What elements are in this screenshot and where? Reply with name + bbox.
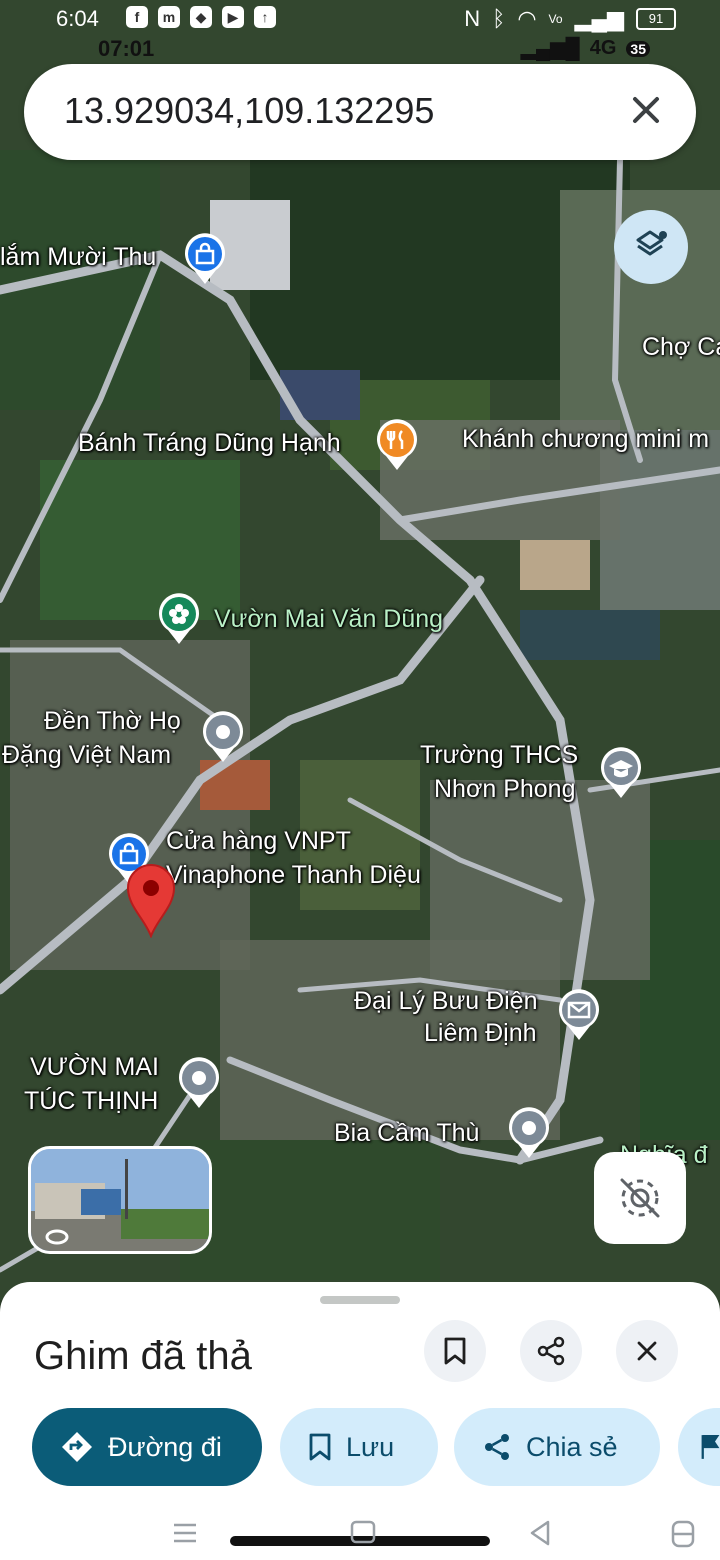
street-view-image <box>31 1149 209 1251</box>
location-off-icon <box>620 1178 660 1218</box>
school-marker-icon[interactable] <box>598 744 644 800</box>
place-label[interactable]: Đặng Việt Nam <box>2 740 171 770</box>
place-label[interactable]: Cửa hàng VNPT <box>166 826 351 856</box>
bluetooth-icon: ᛒ <box>492 6 506 31</box>
save-label: Lưu <box>346 1431 395 1462</box>
bookmark-icon <box>444 1337 466 1365</box>
place-label[interactable]: VƯỜN MAI <box>30 1052 159 1082</box>
search-query[interactable]: 13.929034,109.132295 <box>64 90 434 132</box>
status-time-secondary: 07:01 <box>98 36 155 61</box>
place-label[interactable]: Vườn Mai Văn Dũng <box>214 604 443 634</box>
facebook-icon: f <box>126 6 148 28</box>
upload-app-icon: ↑ <box>254 6 276 28</box>
more-actions-chip[interactable] <box>678 1408 720 1486</box>
place-label[interactable]: Nhơn Phong <box>434 774 576 804</box>
clear-search-icon[interactable] <box>626 90 666 130</box>
place-label[interactable]: Vinaphone Thanh Diệu <box>166 860 421 890</box>
system-navigation-bar <box>0 1500 720 1560</box>
home-square-icon[interactable] <box>350 1520 376 1544</box>
status-bar: 6:04 07:01 f m ◆ ▶ ↑ N ᛒ ◠ Vo ▂▄▆ 91 ▂▄▆… <box>0 0 720 61</box>
layers-button[interactable] <box>614 210 688 284</box>
flag-icon <box>701 1434 720 1459</box>
back-icon[interactable] <box>528 1520 552 1546</box>
save-icon-button[interactable] <box>424 1320 486 1382</box>
secondary-network-status: ▂▄▆█ 4G 35 <box>521 36 650 61</box>
battery-icon: 91 <box>636 8 676 30</box>
share-icon <box>485 1434 509 1460</box>
nfc-icon: N <box>464 6 481 31</box>
place-label[interactable]: Bia Cầm Thù <box>334 1118 479 1148</box>
restaurant-marker-icon[interactable] <box>374 416 420 472</box>
bookmark-icon <box>309 1433 331 1461</box>
share-label: Chia sẻ <box>526 1431 618 1462</box>
shopping-bag-marker-icon[interactable] <box>182 230 228 286</box>
search-bar[interactable]: 13.929034,109.132295 <box>24 64 696 160</box>
directions-button[interactable]: Đường đi <box>32 1408 262 1486</box>
recents-menu-icon[interactable] <box>172 1522 198 1544</box>
shield-app-icon: ◆ <box>190 6 212 28</box>
network-type: 4G <box>589 37 617 59</box>
place-marker-icon[interactable] <box>176 1054 222 1110</box>
post-office-marker-icon[interactable] <box>556 986 602 1042</box>
close-sheet-button[interactable] <box>616 1320 678 1382</box>
share-button[interactable]: Chia sẻ <box>454 1408 660 1486</box>
close-icon <box>637 1341 657 1361</box>
volte-icon: Vo <box>548 12 563 26</box>
youtube-icon: ▶ <box>222 6 244 28</box>
accessibility-icon[interactable] <box>670 1520 696 1548</box>
save-button[interactable]: Lưu <box>280 1408 438 1486</box>
place-label[interactable]: TÚC THỊNH <box>24 1086 158 1116</box>
signal-secondary-icon: ▂▄▆█ <box>520 38 580 60</box>
share-icon-button[interactable] <box>520 1320 582 1382</box>
place-marker-icon[interactable] <box>506 1104 552 1160</box>
dropped-pin-icon[interactable] <box>124 862 178 938</box>
place-label[interactable]: Đại Lý Bưu Điện <box>354 986 537 1016</box>
place-label[interactable]: Khánh chương mini m <box>462 424 709 454</box>
place-label[interactable]: Trường THCS <box>420 740 578 770</box>
status-right: N ᛒ ◠ Vo ▂▄▆ 91 <box>464 6 676 32</box>
place-label[interactable]: Đền Thờ Họ <box>44 706 181 736</box>
share-icon <box>537 1336 565 1366</box>
street-view-thumbnail[interactable] <box>28 1146 212 1254</box>
directions-label: Đường đi <box>108 1431 222 1462</box>
wifi-icon: ◠ <box>517 6 537 31</box>
place-label[interactable]: Chợ Ca <box>642 332 720 362</box>
flower-garden-marker-icon[interactable] <box>156 590 202 646</box>
notification-icons: f m ◆ ▶ ↑ <box>126 6 276 28</box>
place-marker-icon[interactable] <box>200 708 246 764</box>
signal-icon: ▂▄▆ <box>574 6 624 31</box>
directions-icon <box>62 1432 92 1462</box>
place-label[interactable]: Liêm Định <box>424 1018 537 1048</box>
layers-icon <box>636 230 667 256</box>
network-badge: 35 <box>626 40 650 57</box>
status-time: 6:04 <box>56 6 99 31</box>
sheet-title: Ghim đã thả <box>34 1334 252 1378</box>
sheet-drag-handle[interactable] <box>320 1296 400 1304</box>
messenger-icon: m <box>158 6 180 28</box>
my-location-button[interactable] <box>594 1152 686 1244</box>
place-label[interactable]: Bánh Tráng Dũng Hạnh <box>78 428 341 458</box>
place-label[interactable]: lắm Mười Thu <box>0 242 156 272</box>
